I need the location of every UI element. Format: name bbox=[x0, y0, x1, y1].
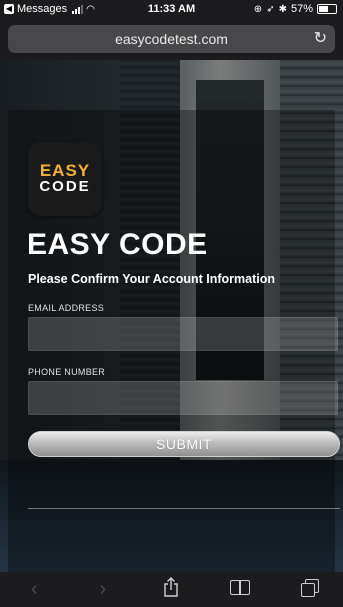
url-text[interactable]: easycodetest.com bbox=[115, 31, 228, 47]
back-icon[interactable]: ‹ bbox=[14, 578, 54, 601]
alarm-icon: ⊕ bbox=[253, 3, 263, 15]
page-subtitle: Please Confirm Your Account Information bbox=[28, 272, 276, 286]
app-logo: EASY CODE bbox=[28, 142, 102, 216]
logo-text-top: EASY bbox=[39, 161, 91, 180]
status-bar: ◀ Messages ◠ 11:33 AM ⊕ ➶ ✱ 57% bbox=[0, 0, 343, 20]
browser-toolbar: ‹ › bbox=[0, 572, 343, 607]
reload-icon[interactable]: ↻ bbox=[314, 25, 327, 53]
page-background bbox=[0, 60, 343, 572]
email-field[interactable] bbox=[28, 317, 338, 351]
battery-percent: 57% bbox=[290, 3, 313, 15]
location-icon: ➶ bbox=[266, 3, 275, 15]
phone-field[interactable] bbox=[28, 381, 338, 415]
status-right: ⊕ ➶ ✱ 57% bbox=[254, 3, 337, 15]
share-icon[interactable] bbox=[151, 576, 191, 603]
phone-label: PHONE NUMBER bbox=[28, 367, 106, 377]
submit-button[interactable]: SUBMIT bbox=[28, 431, 340, 457]
address-bar[interactable]: easycodetest.com ↻ bbox=[8, 25, 335, 53]
forward-icon[interactable]: › bbox=[83, 578, 123, 601]
battery-icon bbox=[317, 4, 337, 14]
tabs-icon[interactable] bbox=[289, 578, 329, 601]
email-label: EMAIL ADDRESS bbox=[28, 303, 105, 313]
bluetooth-icon: ✱ bbox=[278, 3, 287, 15]
divider bbox=[28, 508, 340, 509]
logo-text-bottom: CODE bbox=[39, 178, 91, 195]
page-title: EASY CODE bbox=[27, 228, 208, 261]
bookmarks-icon[interactable] bbox=[220, 578, 260, 601]
address-bar-area: easycodetest.com ↻ bbox=[0, 20, 343, 60]
